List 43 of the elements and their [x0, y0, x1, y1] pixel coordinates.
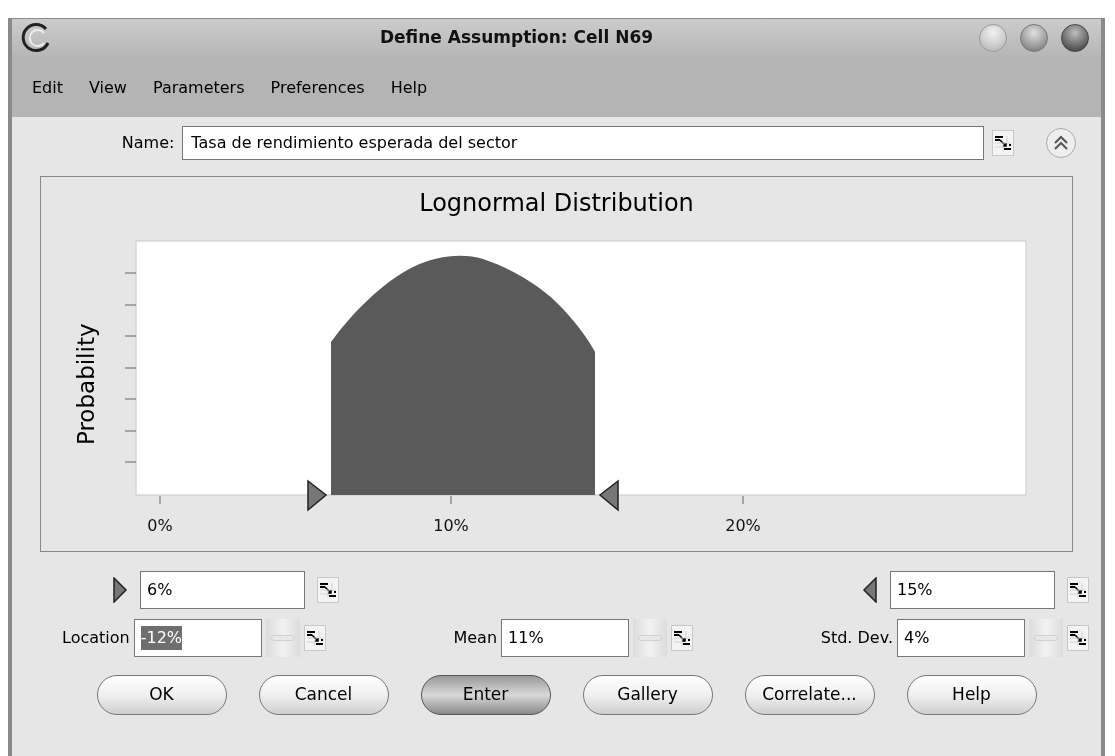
- dialog-button[interactable]: Cancel: [258, 675, 389, 715]
- dialog-button[interactable]: Enter: [420, 675, 551, 715]
- tick-label: 10%: [432, 516, 469, 535]
- field-value: -12%: [140, 626, 182, 650]
- cell-reference-icon[interactable]: [671, 625, 693, 651]
- field-value: 11%: [508, 627, 544, 649]
- tick-label: 20%: [724, 516, 761, 535]
- cell-reference-icon[interactable]: [303, 625, 326, 651]
- bound-field[interactable]: 6%: [140, 571, 305, 609]
- right-triangle-icon[interactable]: [306, 479, 327, 512]
- menu-item[interactable]: Parameters: [152, 75, 245, 100]
- dialog-button[interactable]: OK: [96, 675, 227, 715]
- cell-reference-icon[interactable]: [992, 130, 1015, 156]
- chart-title: Lognormal Distribution: [419, 188, 694, 219]
- dialog-button[interactable]: Help: [906, 675, 1037, 715]
- menu-item[interactable]: Edit: [32, 75, 63, 100]
- field-label: Std. Dev.: [820, 627, 893, 649]
- left-triangle-icon[interactable]: [862, 577, 878, 603]
- tick-label: 0%: [146, 516, 173, 535]
- window-title: Define Assumption: Cell N69: [378, 26, 655, 50]
- field-label: Name:: [120, 132, 175, 154]
- menu-item[interactable]: Preferences: [270, 75, 365, 100]
- parameter-field[interactable]: 4%: [897, 619, 1025, 657]
- window-control[interactable]: [1061, 24, 1089, 52]
- dialog-button[interactable]: Gallery: [582, 675, 713, 715]
- bound-field[interactable]: 15%: [890, 571, 1055, 609]
- right-triangle-icon[interactable]: [112, 577, 128, 603]
- field-value: 4%: [904, 627, 930, 649]
- left-triangle-icon[interactable]: [598, 479, 619, 512]
- axis-label: Probability: [71, 322, 100, 447]
- cell-reference-icon[interactable]: [1067, 577, 1089, 603]
- cell-reference-icon[interactable]: [317, 577, 339, 603]
- window-control[interactable]: [1020, 24, 1048, 52]
- field-label: Location: [62, 627, 130, 649]
- dialog-button[interactable]: Correlate...: [744, 675, 875, 715]
- parameter-field[interactable]: -12%: [133, 619, 262, 657]
- field-label: Mean: [453, 627, 497, 649]
- cell-reference-icon[interactable]: [1067, 625, 1089, 651]
- parameter-field[interactable]: 11%: [501, 619, 629, 657]
- menu-item[interactable]: View: [89, 75, 127, 100]
- name-field[interactable]: Tasa de rendimiento esperada del sector: [182, 126, 985, 160]
- collapse-icon[interactable]: [1046, 128, 1076, 158]
- menu-item[interactable]: Help: [390, 75, 428, 100]
